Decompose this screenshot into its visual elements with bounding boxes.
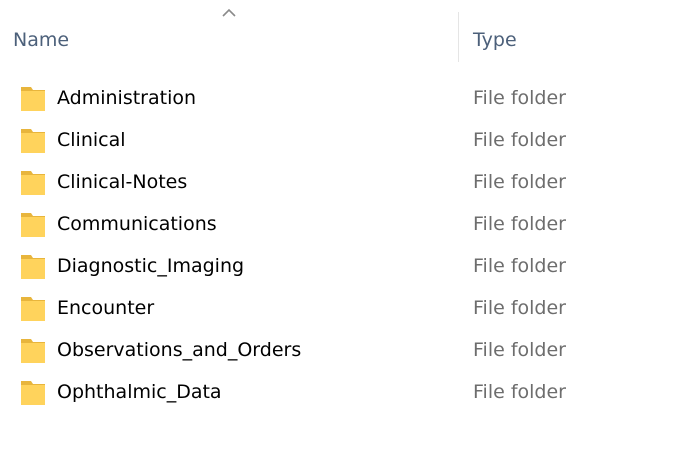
folder-icon — [21, 339, 45, 363]
list-item[interactable]: Diagnostic_Imaging File folder — [0, 245, 674, 287]
folder-icon — [21, 381, 45, 405]
item-type: File folder — [473, 171, 566, 193]
list-item[interactable]: Ophthalmic_Data File folder — [0, 371, 674, 413]
item-name: Clinical — [57, 129, 126, 151]
list-item[interactable]: Administration File folder — [0, 77, 674, 119]
chevron-up-icon — [222, 8, 236, 17]
item-type: File folder — [473, 129, 566, 151]
item-name: Encounter — [57, 297, 155, 319]
folder-icon — [21, 297, 45, 321]
name-column-label: Name — [13, 29, 70, 51]
item-name: Administration — [57, 87, 197, 109]
list-item[interactable]: Observations_and_Orders File folder — [0, 329, 674, 371]
item-type: File folder — [473, 297, 566, 319]
item-name: Ophthalmic_Data — [57, 381, 222, 403]
folder-icon — [21, 171, 45, 195]
column-header-row: Name Type — [0, 0, 674, 68]
folder-icon — [21, 129, 45, 153]
type-column-label: Type — [473, 29, 517, 51]
item-type: File folder — [473, 255, 566, 277]
folder-icon — [21, 255, 45, 279]
list-item[interactable]: Clinical-Notes File folder — [0, 161, 674, 203]
file-list: Administration File folder Clinical File… — [0, 77, 674, 413]
folder-icon — [21, 87, 45, 111]
folder-icon — [21, 213, 45, 237]
item-name: Diagnostic_Imaging — [57, 255, 245, 277]
list-item[interactable]: Clinical File folder — [0, 119, 674, 161]
item-type: File folder — [473, 381, 566, 403]
item-name: Communications — [57, 213, 217, 235]
list-item[interactable]: Encounter File folder — [0, 287, 674, 329]
item-name: Observations_and_Orders — [57, 339, 302, 361]
name-column-header[interactable]: Name — [0, 0, 458, 68]
file-explorer-list: Name Type Administration File folder Cli… — [0, 0, 674, 459]
item-type: File folder — [473, 213, 566, 235]
item-type: File folder — [473, 339, 566, 361]
item-name: Clinical-Notes — [57, 171, 188, 193]
item-type: File folder — [473, 87, 566, 109]
list-item[interactable]: Communications File folder — [0, 203, 674, 245]
type-column-header[interactable]: Type — [459, 0, 674, 68]
